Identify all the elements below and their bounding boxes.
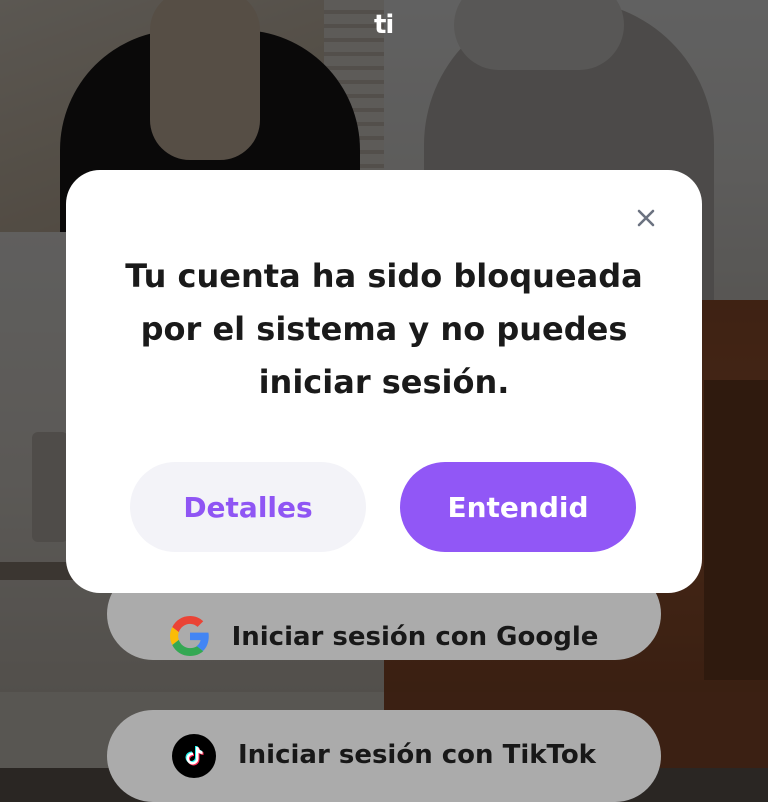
tiktok-login-label: Iniciar sesión con TikTok bbox=[238, 740, 596, 770]
tiktok-login-button[interactable]: Iniciar sesión con TikTok bbox=[107, 710, 661, 802]
google-login-label: Iniciar sesión con Google bbox=[231, 622, 599, 652]
account-blocked-dialog: Tu cuenta ha sido bloqueada por el siste… bbox=[66, 170, 702, 593]
tiktok-logo-icon bbox=[172, 734, 216, 778]
close-button[interactable] bbox=[632, 204, 660, 232]
app-logo: ti bbox=[374, 10, 394, 40]
dialog-message: Tu cuenta ha sido bloqueada por el siste… bbox=[125, 257, 643, 401]
google-logo-icon bbox=[169, 616, 209, 656]
close-icon bbox=[637, 209, 655, 227]
understood-button[interactable]: Entendid bbox=[400, 462, 636, 552]
details-button[interactable]: Detalles bbox=[130, 462, 366, 552]
